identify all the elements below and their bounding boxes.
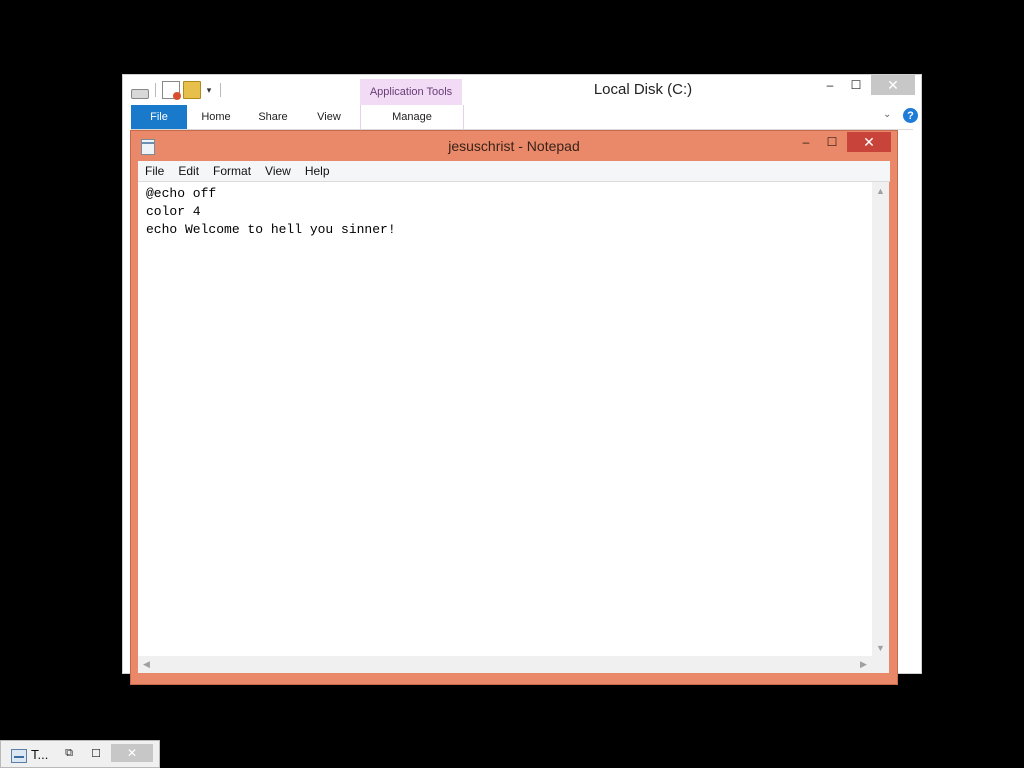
tab-home[interactable]: Home bbox=[189, 105, 243, 129]
explorer-window-title: Local Disk (C:) bbox=[593, 81, 693, 98]
notepad-icon[interactable] bbox=[141, 139, 155, 155]
menu-file[interactable]: File bbox=[138, 161, 171, 181]
properties-icon[interactable] bbox=[162, 81, 181, 100]
expand-ribbon-icon[interactable]: ⌄ bbox=[883, 109, 891, 120]
menu-help[interactable]: Help bbox=[298, 161, 337, 181]
new-folder-icon[interactable] bbox=[183, 81, 201, 99]
application-tools-tab-group: Application Tools bbox=[360, 79, 462, 105]
minimized-maximize-button[interactable]: ☐ bbox=[88, 744, 104, 762]
vertical-scrollbar[interactable]: ▲ ▼ bbox=[872, 182, 889, 656]
explorer-maximize-button[interactable]: ☐ bbox=[843, 75, 869, 95]
scroll-left-icon[interactable]: ◀ bbox=[138, 656, 155, 673]
explorer-minimize-button[interactable]: – bbox=[817, 75, 843, 95]
drive-icon bbox=[131, 89, 149, 99]
quick-access-toolbar: ▾ bbox=[131, 81, 224, 100]
notepad-close-button[interactable]: ✕ bbox=[847, 132, 891, 152]
text-line: echo Welcome to hell you sinner! bbox=[146, 222, 396, 237]
notepad-window-title: jesuschrist - Notepad bbox=[448, 138, 580, 154]
scroll-down-icon[interactable]: ▼ bbox=[872, 639, 889, 656]
menu-format[interactable]: Format bbox=[206, 161, 258, 181]
tab-manage[interactable]: Manage bbox=[360, 105, 464, 129]
scroll-right-icon[interactable]: ▶ bbox=[855, 656, 872, 673]
tab-view[interactable]: View bbox=[301, 105, 357, 129]
help-icon[interactable]: ? bbox=[903, 108, 918, 123]
notepad-text-area[interactable]: @echo off color 4 echo Welcome to hell y… bbox=[138, 182, 872, 656]
explorer-titlebar[interactable]: ▾ Application Tools Local Disk (C:) – ☐ … bbox=[123, 75, 921, 105]
explorer-close-button[interactable]: ✕ bbox=[871, 75, 915, 95]
tab-file[interactable]: File bbox=[131, 105, 187, 129]
task-manager-icon bbox=[11, 749, 27, 763]
text-line: color 4 bbox=[146, 204, 201, 219]
notepad-window: jesuschrist - Notepad – ☐ ✕ File Edit Fo… bbox=[130, 130, 898, 685]
minimized-restore-button[interactable]: ⧉ bbox=[61, 744, 77, 762]
menu-edit[interactable]: Edit bbox=[171, 161, 206, 181]
notepad-maximize-button[interactable]: ☐ bbox=[819, 132, 845, 152]
minimized-close-button[interactable]: ✕ bbox=[111, 744, 153, 762]
qat-separator bbox=[220, 83, 221, 97]
qat-separator bbox=[155, 83, 156, 97]
text-line: @echo off bbox=[146, 186, 217, 201]
scroll-up-icon[interactable]: ▲ bbox=[872, 182, 889, 199]
ribbon-tabs: File Home Share View Manage ⌄ ? bbox=[131, 105, 918, 130]
notepad-minimize-button[interactable]: – bbox=[793, 132, 819, 152]
notepad-titlebar[interactable]: jesuschrist - Notepad – ☐ ✕ bbox=[131, 131, 897, 161]
resize-grip[interactable] bbox=[872, 656, 889, 673]
minimized-window-label: T... bbox=[31, 747, 49, 762]
menu-view[interactable]: View bbox=[258, 161, 298, 181]
notepad-menubar: File Edit Format View Help bbox=[138, 161, 890, 182]
horizontal-scrollbar[interactable]: ◀ ▶ bbox=[138, 656, 872, 673]
tab-share[interactable]: Share bbox=[245, 105, 301, 129]
qat-dropdown-icon[interactable]: ▾ bbox=[204, 85, 214, 96]
minimized-window[interactable]: T... ⧉ ☐ ✕ bbox=[0, 740, 160, 768]
